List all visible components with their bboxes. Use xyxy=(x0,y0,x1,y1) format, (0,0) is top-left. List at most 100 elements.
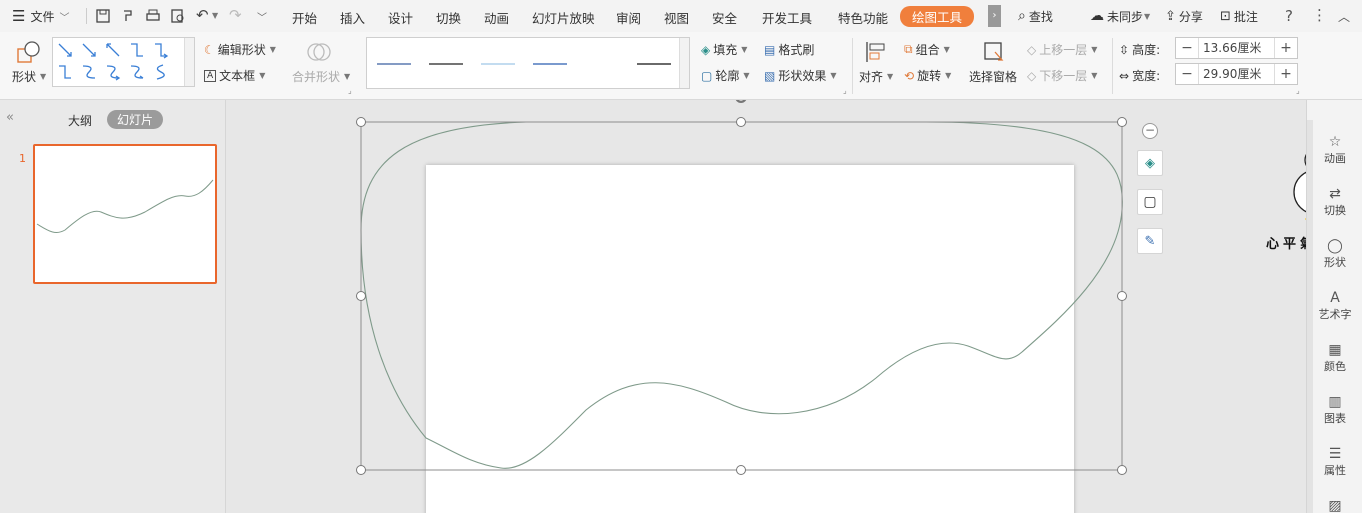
rotate-button[interactable]: ⟲ 旋转 ▼ xyxy=(904,67,951,84)
collapse-pane-icon[interactable]: « xyxy=(6,110,14,125)
fill-button[interactable]: ◈ 填充 ▼ xyxy=(701,41,747,58)
tab-transition[interactable]: 切换 xyxy=(436,8,461,27)
float-fill-button[interactable]: ◈ xyxy=(1137,150,1163,176)
rotate-icon: ⟲ xyxy=(904,68,915,83)
width-spinner[interactable]: − 29.90厘米 + xyxy=(1175,63,1298,85)
print-icon[interactable] xyxy=(145,8,161,24)
collapse-ribbon-icon[interactable]: ︿ xyxy=(1338,8,1350,25)
more-options-icon[interactable]: ⋮ xyxy=(1312,6,1327,24)
tab-insert[interactable]: 插入 xyxy=(340,8,365,27)
rotate-handle-icon[interactable] xyxy=(732,100,750,106)
right-pane-transition[interactable]: ⇄ 切换 xyxy=(1307,186,1362,218)
search-button[interactable]: ⌕ 查找 xyxy=(1018,0,1053,32)
shape-group-launcher-icon[interactable]: ⌟ xyxy=(348,86,352,95)
print-preview-icon[interactable] xyxy=(170,8,186,24)
shape-effect-caret-icon: ▼ xyxy=(830,71,837,80)
line-shape-gallery[interactable] xyxy=(52,37,195,87)
resize-handle-bottom-left[interactable] xyxy=(356,465,366,475)
wordart-label: 艺术字 xyxy=(1318,308,1352,321)
tab-animation[interactable]: 动画 xyxy=(484,8,509,27)
right-pane-picture[interactable]: ▨ xyxy=(1307,498,1362,513)
tab-drawing-tools[interactable]: 绘图工具 xyxy=(900,6,975,27)
redo-icon: ↷ xyxy=(229,6,242,24)
selection-pane-button[interactable]: 选择窗格 xyxy=(969,68,1017,85)
resize-handle-bottom[interactable] xyxy=(736,465,746,475)
slide-thumbnail[interactable] xyxy=(33,144,217,284)
merge-shape-icon xyxy=(307,43,331,61)
resize-handle-left[interactable] xyxy=(356,291,366,301)
right-pane-chart[interactable]: ▥ 图表 xyxy=(1307,394,1362,426)
width-input[interactable]: 29.90厘米 xyxy=(1198,64,1275,84)
line-style-gallery[interactable] xyxy=(366,37,690,89)
tab-design[interactable]: 设计 xyxy=(388,8,413,27)
textbox-button[interactable]: A 文本框 ▼ xyxy=(204,67,265,84)
tab-home[interactable]: 开始 xyxy=(292,8,317,27)
shape-icon[interactable] xyxy=(16,40,42,64)
edit-shape-button[interactable]: ☾ 编辑形状 ▼ xyxy=(204,41,276,58)
send-backward-button[interactable]: ◇ 下移一层 ▼ xyxy=(1027,67,1097,84)
right-pane-animation[interactable]: ☆ 动画 xyxy=(1307,134,1362,166)
edit-shape-icon: ☾ xyxy=(204,42,215,57)
format-brush-icon[interactable] xyxy=(120,8,136,24)
shape-effect-button[interactable]: ▧ 形状效果 ▼ xyxy=(764,67,837,84)
merge-shape-button[interactable]: 合并形状 ▼ xyxy=(292,68,350,85)
sync-button[interactable]: ☁ 未同步 ▼ xyxy=(1090,0,1150,32)
height-decrease-button[interactable]: − xyxy=(1176,40,1198,56)
width-increase-button[interactable]: + xyxy=(1275,66,1297,82)
resize-handle-top-left[interactable] xyxy=(356,117,366,127)
right-pane-shape[interactable]: ◯ 形状 xyxy=(1307,238,1362,270)
undo-icon[interactable]: ↶ xyxy=(196,6,209,24)
color-label: 颜色 xyxy=(1324,360,1346,373)
height-spinner[interactable]: − 13.66厘米 + xyxy=(1175,37,1298,59)
right-pane-color[interactable]: ▦ 颜色 xyxy=(1307,342,1362,374)
slide-editing-canvas[interactable]: − ◈ ▢ ✎ xyxy=(226,100,1306,513)
float-outline-button[interactable]: ▢ xyxy=(1137,189,1163,215)
height-input[interactable]: 13.66厘米 xyxy=(1198,38,1275,58)
file-menu[interactable]: ☰ 文件 ﹀ xyxy=(12,0,69,32)
tab-security[interactable]: 安全 xyxy=(712,8,737,27)
resize-handle-top-right[interactable] xyxy=(1117,117,1127,127)
share-button[interactable]: ⇪ 分享 xyxy=(1165,0,1203,32)
right-pane-wordart[interactable]: A 艺术字 xyxy=(1307,290,1362,322)
resize-handle-right[interactable] xyxy=(1117,291,1127,301)
more-chevron-icon[interactable]: ﹀ xyxy=(257,9,267,24)
merge-shape-label: 合并形状 xyxy=(292,70,341,84)
height-increase-button[interactable]: + xyxy=(1275,40,1297,56)
bring-forward-button[interactable]: ◇ 上移一层 ▼ xyxy=(1027,41,1097,58)
outline-icon: ▢ xyxy=(1143,194,1157,210)
size-group-launcher-icon[interactable]: ⌟ xyxy=(1296,86,1300,95)
tab-special[interactable]: 特色功能 xyxy=(838,8,888,27)
shape-button[interactable]: 形状 ▼ xyxy=(12,68,46,85)
right-pane-properties[interactable]: ☰ 属性 xyxy=(1307,446,1362,478)
style-group-launcher-icon[interactable]: ⌟ xyxy=(843,86,847,95)
format-painter-button[interactable]: ▤ 格式刷 xyxy=(764,41,814,58)
brush-icon: ✎ xyxy=(1144,233,1156,249)
tab-developer[interactable]: 开发工具 xyxy=(762,8,812,27)
resize-handle-top[interactable] xyxy=(736,117,746,127)
search-label: 查找 xyxy=(1028,9,1053,24)
tabs-scroll-right[interactable]: › xyxy=(988,5,1001,27)
float-brush-button[interactable]: ✎ xyxy=(1137,228,1163,254)
undo-dropdown-icon[interactable]: ▼ xyxy=(212,11,218,20)
resize-handle-bottom-right[interactable] xyxy=(1117,465,1127,475)
help-icon[interactable]: ? xyxy=(1285,7,1293,25)
outline-button[interactable]: ▢ 轮廓 ▼ xyxy=(701,67,750,84)
tab-slideshow[interactable]: 幻灯片放映 xyxy=(532,8,595,27)
tab-review[interactable]: 审阅 xyxy=(616,8,641,27)
float-collapse-button[interactable]: − xyxy=(1142,123,1158,139)
line-style-scrollbar[interactable] xyxy=(679,38,689,88)
thumbnail-curve xyxy=(36,179,214,233)
align-button[interactable]: 对齐 ▼ xyxy=(859,68,893,85)
comment-button[interactable]: ⊡ 批注 xyxy=(1220,0,1258,32)
tab-outline[interactable]: 大纲 xyxy=(68,112,92,129)
tab-slides[interactable]: 幻灯片 xyxy=(107,110,164,129)
group-caret-icon: ▼ xyxy=(943,45,950,54)
save-icon[interactable] xyxy=(95,8,111,24)
gallery-scrollbar[interactable] xyxy=(184,38,194,86)
height-label-group: ⇳ 高度: xyxy=(1119,41,1160,58)
tab-view[interactable]: 视图 xyxy=(664,8,689,27)
line-style-samples xyxy=(377,63,671,65)
transition-icon: ⇄ xyxy=(1329,186,1341,202)
group-button[interactable]: ⧉ 组合 ▼ xyxy=(904,41,950,58)
width-decrease-button[interactable]: − xyxy=(1176,66,1198,82)
